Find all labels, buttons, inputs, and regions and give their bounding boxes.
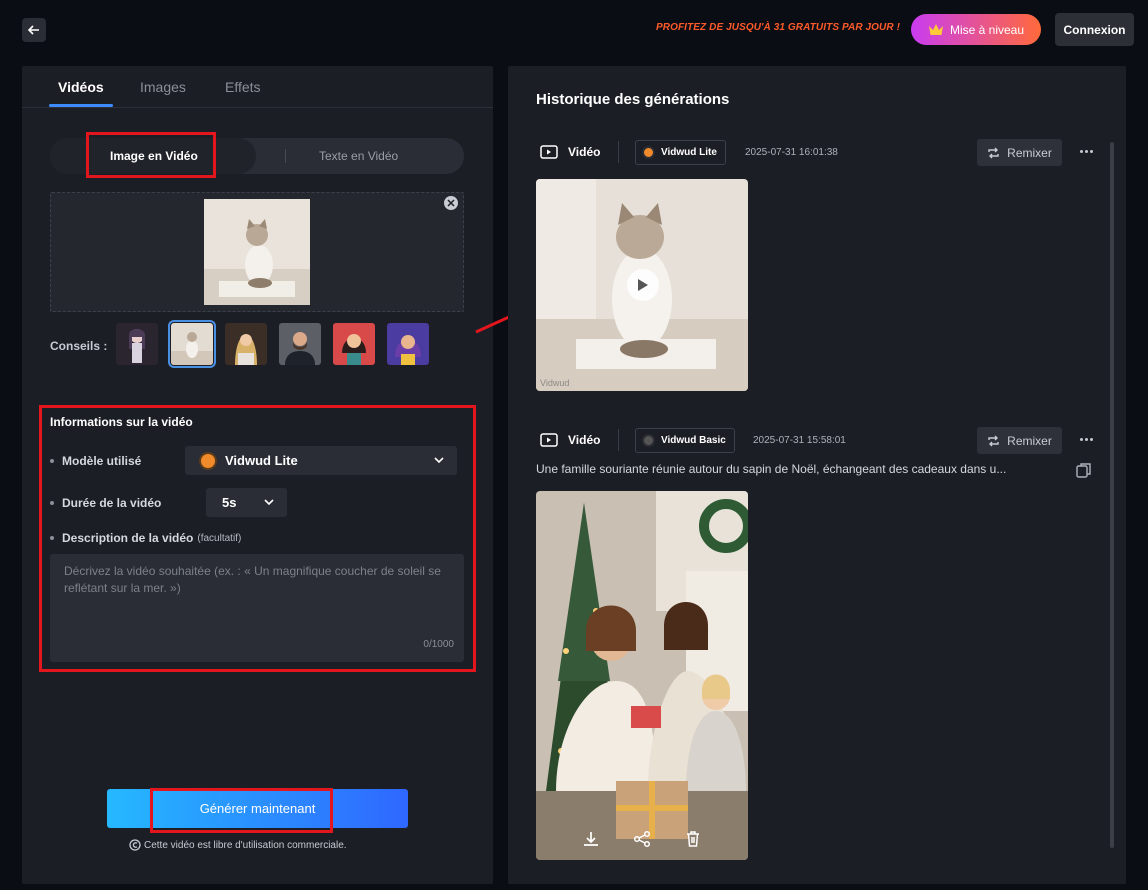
divider: [618, 141, 619, 163]
history-title: Historique des générations: [536, 91, 730, 108]
tab-videos[interactable]: Vidéos: [58, 79, 104, 95]
divider: [618, 429, 619, 451]
remove-image-button[interactable]: [444, 196, 458, 210]
play-icon: [638, 279, 648, 291]
model-chip-label: Vidwud Lite: [661, 147, 717, 158]
model-chip: Vidwud Basic: [635, 428, 735, 453]
generate-button[interactable]: Générer maintenant: [107, 789, 408, 828]
generated-video-cat[interactable]: Vidwud: [536, 179, 748, 391]
content-tabs: Vidéos Images Effets: [22, 66, 493, 108]
arrow-left-icon: [27, 25, 39, 35]
history-item-header: Vidéo Vidwud Basic 2025-07-31 15:58:01 R…: [536, 427, 1096, 455]
remix-button[interactable]: Remixer: [977, 139, 1062, 166]
mode-image-to-video-label: Image en Vidéo: [110, 149, 198, 163]
video-actions: [536, 830, 748, 848]
tab-active-indicator: [49, 104, 113, 107]
tip-thumb-man[interactable]: [279, 323, 321, 365]
bullet: [50, 536, 54, 540]
login-button[interactable]: Connexion: [1055, 13, 1134, 46]
duration-value: 5s: [222, 495, 237, 510]
tips-label: Conseils :: [50, 339, 108, 353]
history-scrollbar[interactable]: [1110, 142, 1114, 848]
history-item-header: Vidéo Vidwud Lite 2025-07-31 16:01:38 Re…: [536, 139, 1096, 167]
crown-icon: [928, 24, 943, 35]
upgrade-label: Mise à niveau: [949, 22, 1025, 37]
tip-thumb-cartoon-woman[interactable]: [333, 323, 375, 365]
description-textarea[interactable]: Décrivez la vidéo souhaitée (ex. : « Un …: [50, 554, 464, 662]
tip-thumb-anime-girl[interactable]: [116, 323, 158, 365]
model-field-label: Modèle utilisé: [50, 454, 141, 468]
model-label: Modèle utilisé: [62, 454, 142, 468]
duration-dropdown[interactable]: 5s: [206, 488, 287, 517]
back-button[interactable]: [22, 18, 46, 42]
mode-toggle: Image en Vidéo Texte en Vidéo: [50, 138, 464, 174]
description-placeholder: Décrivez la vidéo souhaitée (ex. : « Un …: [64, 564, 441, 595]
duration-field-label: Durée de la vidéo: [50, 496, 161, 510]
description-char-counter: 0/1000: [423, 639, 454, 650]
bullet: [50, 501, 54, 505]
christmas-video-thumbnail: [536, 491, 748, 860]
vidwud-logo-icon: [642, 146, 655, 159]
mode-text-to-video[interactable]: Texte en Vidéo: [319, 149, 398, 163]
history-item-timestamp: 2025-07-31 16:01:38: [745, 147, 838, 158]
model-value: Vidwud Lite: [225, 453, 298, 468]
vidwud-logo-icon: [199, 451, 217, 470]
bullet: [50, 459, 54, 463]
tip-thumb-woman[interactable]: [225, 323, 267, 365]
duration-label: Durée de la vidéo: [62, 496, 162, 510]
description-field-label: Description de la vidéo (facultatif): [50, 531, 241, 545]
tip-thumb-cat[interactable]: [168, 320, 216, 368]
history-item-type: Vidéo: [568, 145, 601, 159]
play-button[interactable]: [627, 269, 659, 301]
video-info-title: Informations sur la vidéo: [50, 415, 193, 429]
commercial-use-text: Cette vidéo est libre d'utilisation comm…: [144, 839, 347, 851]
upgrade-button[interactable]: Mise à niveau: [911, 14, 1041, 45]
generated-video-christmas[interactable]: [536, 491, 748, 860]
chevron-down-icon: [434, 457, 444, 464]
copyright-icon: [129, 839, 141, 851]
history-item-prompt: Une famille souriante réunie autour du s…: [536, 462, 1007, 476]
tab-images[interactable]: Images: [140, 79, 186, 95]
close-icon: [447, 199, 455, 207]
copy-icon[interactable]: [1076, 462, 1092, 478]
model-chip-label: Vidwud Basic: [661, 435, 726, 446]
more-options-icon[interactable]: [1080, 438, 1093, 441]
generator-panel: Vidéos Images Effets Image en Vidéo Text…: [22, 66, 493, 884]
remix-icon: [988, 147, 999, 158]
trash-icon[interactable]: [684, 830, 702, 848]
video-watermark: Vidwud: [540, 378, 570, 388]
history-item-type: Vidéo: [568, 433, 601, 447]
share-icon[interactable]: [633, 830, 651, 848]
chevron-down-icon: [264, 499, 274, 506]
remix-button[interactable]: Remixer: [977, 427, 1062, 454]
download-icon[interactable]: [582, 830, 600, 848]
remix-icon: [988, 435, 999, 446]
commercial-use-note: Cette vidéo est libre d'utilisation comm…: [129, 839, 347, 851]
model-dropdown[interactable]: Vidwud Lite: [185, 446, 457, 475]
uploaded-cat-image: [204, 199, 310, 305]
video-icon: [540, 433, 558, 447]
image-upload-area[interactable]: [50, 192, 464, 312]
tip-thumb-cartoon-girl[interactable]: [387, 323, 429, 365]
tab-effects[interactable]: Effets: [225, 79, 261, 95]
description-label: Description de la vidéo: [62, 531, 194, 545]
model-chip: Vidwud Lite: [635, 140, 726, 165]
description-optional: (facultatif): [197, 532, 242, 544]
video-icon: [540, 145, 558, 159]
more-options-icon[interactable]: [1080, 150, 1093, 153]
promo-banner: PROFITEZ DE JUSQU'À 31 GRATUITS PAR JOUR…: [656, 22, 901, 33]
vidwud-logo-icon: [642, 434, 655, 447]
remix-label: Remixer: [1007, 145, 1052, 160]
remix-label: Remixer: [1007, 433, 1052, 448]
history-item-timestamp: 2025-07-31 15:58:01: [753, 435, 846, 446]
history-panel: Historique des générations Vidéo Vidwud …: [508, 66, 1126, 884]
mode-divider: [285, 149, 286, 163]
